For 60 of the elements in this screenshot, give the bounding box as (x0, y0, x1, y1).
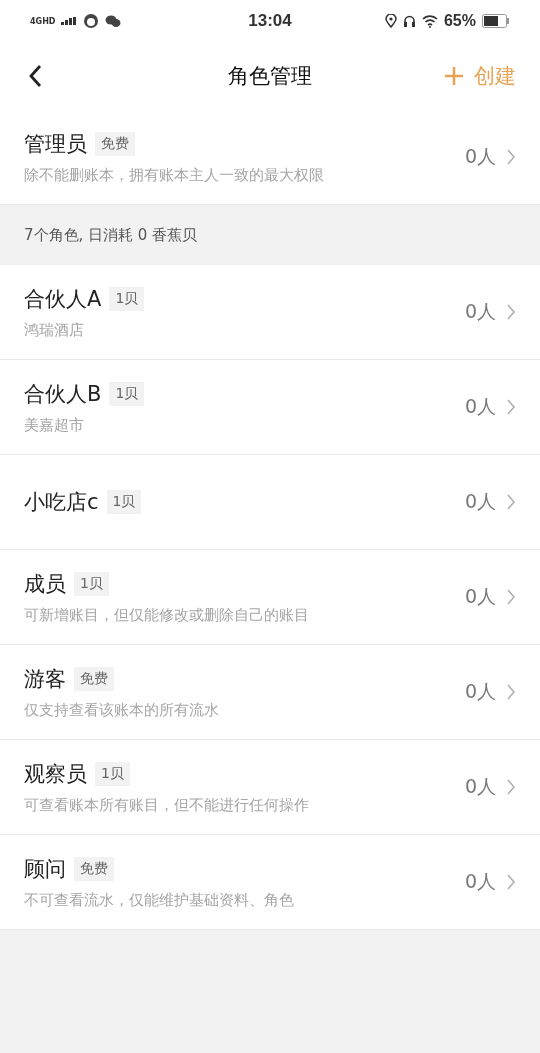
summary-text: 7个角色, 日消耗 0 香蕉贝 (24, 225, 198, 245)
chevron-right-icon (506, 303, 516, 321)
chevron-right-icon (506, 683, 516, 701)
role-row[interactable]: 合伙人A 1贝 鸿瑞酒店 0人 (0, 265, 540, 360)
price-tag: 1贝 (106, 490, 142, 514)
member-count: 0人 (464, 584, 496, 609)
role-row[interactable]: 小吃店c 1贝 0人 (0, 455, 540, 550)
member-count: 0人 (464, 489, 496, 514)
member-count: 0人 (464, 394, 496, 419)
price-tag: 免费 (74, 666, 114, 691)
role-row[interactable]: 成员 1贝 可新增账目，但仅能修改或删除自己的账目 0人 (0, 550, 540, 645)
role-row[interactable]: 合伙人B 1贝 美嘉超市 0人 (0, 360, 540, 455)
chevron-right-icon (506, 493, 516, 511)
clock-time: 13:04 (248, 11, 292, 31)
role-name: 管理员 (24, 130, 87, 158)
role-row[interactable]: 观察员 1贝 可查看账本所有账目，但不能进行任何操作 0人 (0, 740, 540, 835)
chevron-right-icon (506, 873, 516, 891)
price-tag: 1贝 (74, 571, 109, 596)
member-count: 0人 (464, 774, 496, 799)
chat-icon (105, 13, 122, 29)
battery-icon (482, 14, 510, 28)
member-count: 0人 (464, 299, 496, 324)
role-name: 合伙人A (24, 285, 102, 313)
role-description: 鸿瑞酒店 (24, 320, 85, 340)
role-name: 顾问 (24, 855, 66, 883)
member-count: 0人 (464, 144, 496, 169)
role-description: 可查看账本所有账目，但不能进行任何操作 (24, 795, 310, 815)
role-description: 不可查看流水，仅能维护基础资料、角色 (24, 890, 295, 910)
price-tag: 1贝 (109, 286, 145, 311)
chevron-right-icon (506, 778, 516, 796)
role-name: 成员 (24, 570, 66, 598)
role-row[interactable]: 管理员 免费 除不能删账本，拥有账本主人一致的最大权限 0人 (0, 110, 540, 205)
role-description: 仅支持查看该账本的所有流水 (24, 700, 220, 720)
price-tag: 1贝 (109, 381, 145, 406)
chevron-right-icon (506, 398, 516, 416)
role-description: 美嘉超市 (24, 415, 85, 435)
role-name: 游客 (24, 665, 66, 693)
role-row[interactable]: 游客 免费 仅支持查看该账本的所有流水 0人 (0, 645, 540, 740)
signal-icon (61, 17, 78, 25)
role-row[interactable]: 顾问 免费 不可查看流水，仅能维护基础资料、角色 0人 (0, 835, 540, 930)
location-icon (384, 14, 397, 28)
role-name: 小吃店c (24, 489, 99, 516)
page-title: 角色管理 (228, 63, 312, 90)
price-tag: 免费 (74, 856, 114, 881)
price-tag: 免费 (95, 131, 135, 156)
role-description: 除不能删账本，拥有账本主人一致的最大权限 (24, 165, 325, 185)
wifi-icon (421, 14, 438, 28)
role-description: 可新增账目，但仅能修改或删除自己的账目 (24, 605, 310, 625)
role-name: 观察员 (24, 760, 87, 788)
member-count: 0人 (464, 679, 496, 704)
network-label: 4GHD (30, 16, 56, 26)
back-icon (28, 64, 42, 88)
role-name: 合伙人B (24, 380, 102, 408)
member-count: 0人 (464, 869, 496, 894)
plus-icon (444, 66, 464, 86)
price-tag: 1贝 (95, 761, 130, 786)
chevron-right-icon (506, 148, 516, 166)
battery-percent: 65% (443, 12, 476, 30)
chevron-right-icon (506, 588, 516, 606)
headphones-icon (402, 14, 416, 28)
